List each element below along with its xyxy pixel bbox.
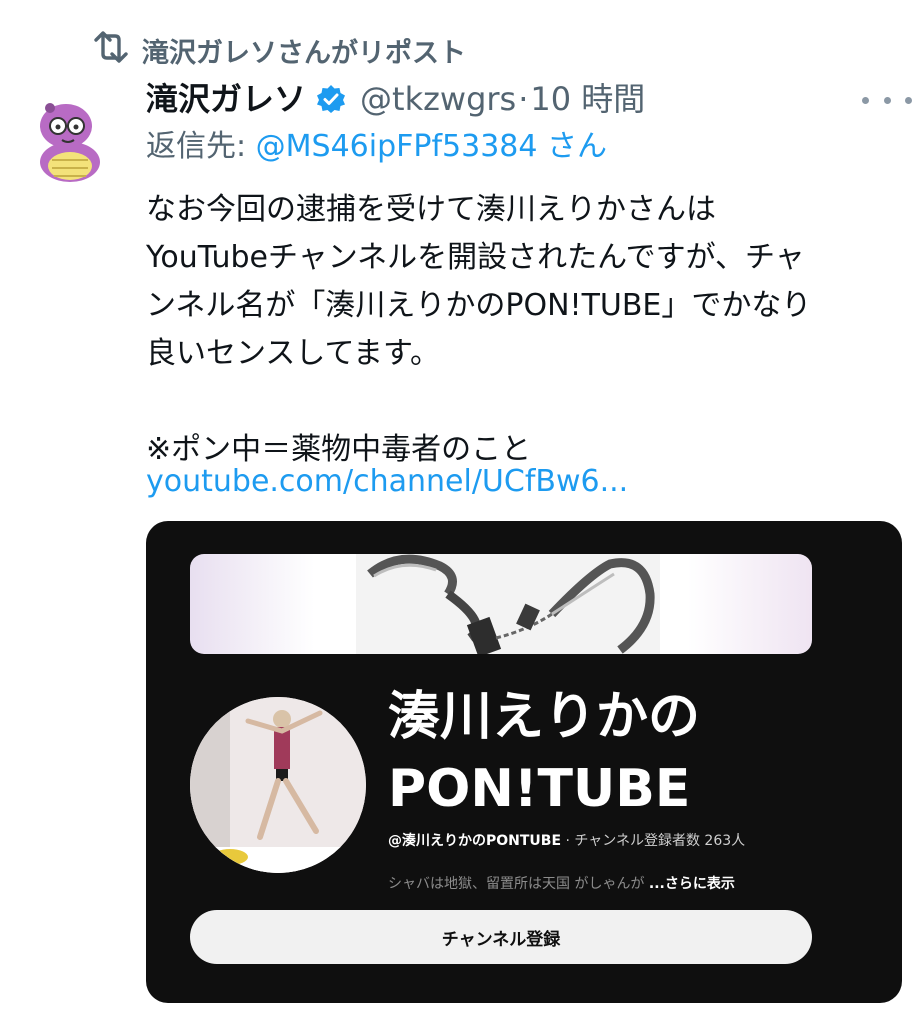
author-display-name[interactable]: 滝沢ガレソ [146, 78, 306, 120]
author-avatar[interactable] [20, 86, 120, 186]
repost-text: 滝沢ガレソさんがリポスト [142, 38, 466, 69]
show-more-link[interactable]: ...さらに表示 [649, 876, 735, 892]
channel-banner [190, 554, 812, 654]
separator-dot: · [518, 80, 529, 118]
reply-label: 返信先: [146, 129, 247, 164]
channel-meta: @湊川えりかのPONTUBE · チャンネル登録者数 263人 [388, 830, 745, 850]
tweet-body: なお今回の逮捕を受けて湊川えりかさんは YouTubeチャンネルを開設されたんで… [146, 192, 812, 467]
description-text: シャバは地獄、留置所は天国 がしゃんが [388, 876, 645, 892]
meta-separator: · [561, 833, 575, 849]
channel-avatar [190, 697, 366, 873]
author-handle[interactable]: @tkzwgrs [360, 78, 516, 120]
tweet-header: 滝沢ガレソ @tkzwgrs · 10 時間 [146, 78, 645, 120]
repost-indicator[interactable]: 滝沢ガレソさんがリポスト [92, 30, 466, 71]
subscriber-count: チャンネル登録者数 263人 [574, 833, 746, 849]
repost-icon [92, 30, 130, 71]
channel-handle: @湊川えりかのPONTUBE [388, 833, 562, 849]
more-options-icon[interactable] [862, 86, 912, 114]
reply-to-line: 返信先: @MS46ipFPf53384 さん [146, 126, 607, 168]
link-preview-card[interactable]: 湊川えりかの PON!TUBE @湊川えりかのPONTUBE · チャンネル登録… [146, 521, 902, 1003]
tweet-link[interactable]: youtube.com/channel/UCfBw6... [146, 458, 628, 506]
channel-description: シャバは地獄、留置所は天国 がしゃんが ...さらに表示 [388, 873, 735, 893]
verified-badge-icon [316, 84, 346, 114]
subscribe-button[interactable]: チャンネル登録 [190, 910, 812, 964]
channel-name: 湊川えりかの PON!TUBE [388, 687, 701, 819]
tweet-timestamp[interactable]: 10 時間 [530, 78, 645, 120]
reply-to-handle[interactable]: @MS46ipFPf53384 さん [256, 129, 607, 164]
